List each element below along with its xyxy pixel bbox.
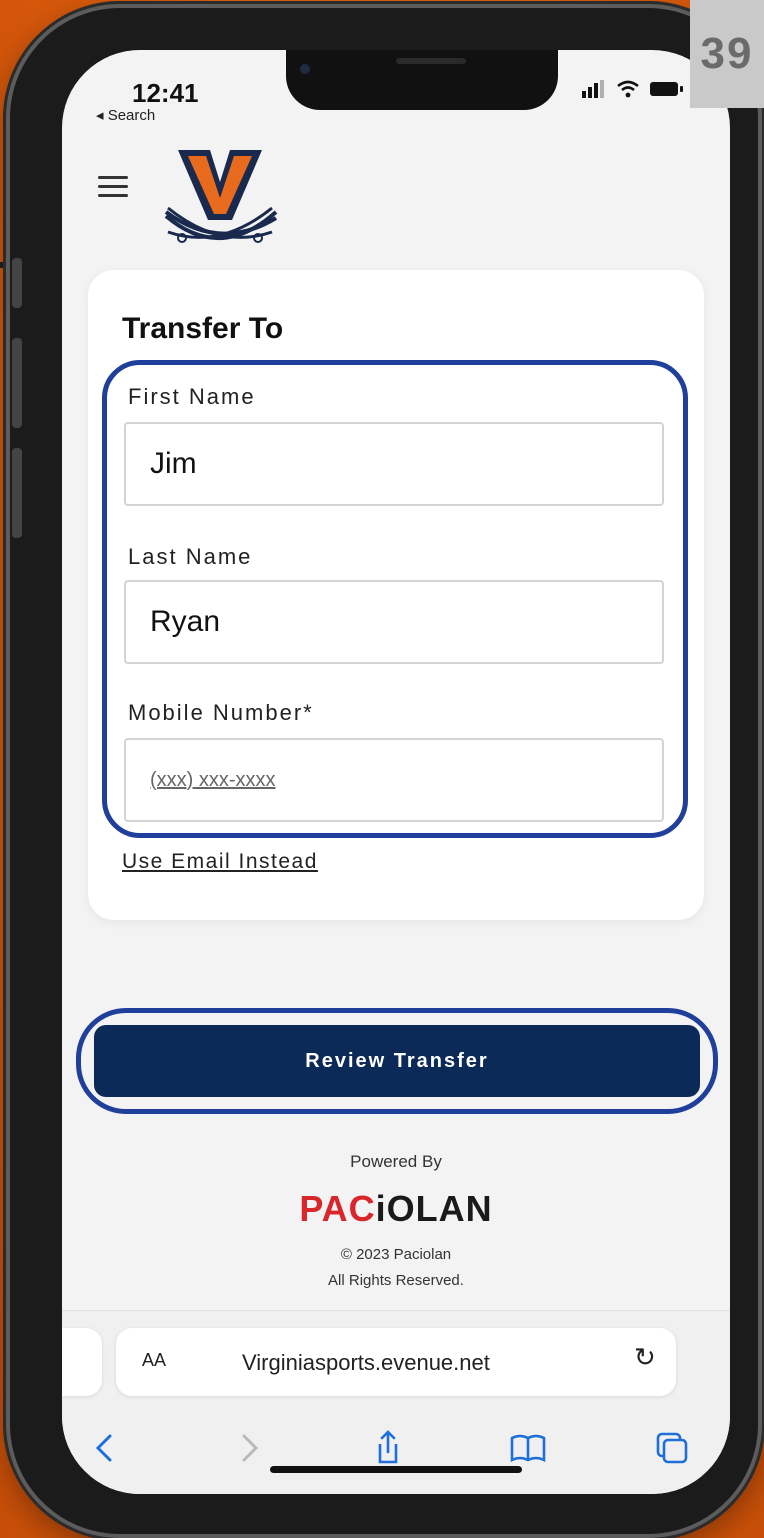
use-email-link[interactable]: Use Email Instead xyxy=(122,850,318,874)
status-time: 12:41 xyxy=(132,78,199,108)
first-name-input[interactable] xyxy=(124,422,664,506)
camera-icon xyxy=(300,64,310,74)
side-button xyxy=(12,448,22,538)
home-indicator[interactable] xyxy=(270,1466,522,1473)
back-to-search-link[interactable]: ◂ Search xyxy=(96,106,155,124)
virginia-cavaliers-logo[interactable] xyxy=(160,142,280,252)
first-name-label: First Name xyxy=(128,384,256,409)
reload-icon[interactable]: ↻ xyxy=(634,1342,656,1373)
speaker-grille xyxy=(396,58,466,64)
previous-tab-preview[interactable] xyxy=(62,1328,102,1396)
battery-icon xyxy=(650,82,683,96)
bookmarks-icon[interactable] xyxy=(508,1428,548,1468)
brand-part-1: PAC xyxy=(299,1188,376,1229)
text-size-button[interactable]: AA xyxy=(142,1350,166,1371)
paciolan-logo: PACiOLAN xyxy=(62,1188,730,1230)
last-name-input[interactable] xyxy=(124,580,664,664)
back-icon[interactable] xyxy=(86,1428,126,1468)
review-transfer-button[interactable]: Review Transfer xyxy=(94,1025,700,1097)
url-text[interactable]: Virginiasports.evenue.net xyxy=(242,1350,490,1376)
last-name-label: Last Name xyxy=(128,544,253,569)
page-number-badge: 39 xyxy=(690,0,764,108)
wifi-icon xyxy=(617,80,639,98)
mobile-number-label: Mobile Number* xyxy=(128,700,314,725)
copyright-text: © 2023 Paciolan xyxy=(340,1246,452,1263)
rights-text: All Rights Reserved. xyxy=(328,1272,464,1289)
hamburger-icon[interactable] xyxy=(98,170,128,203)
brand-part-2: iOLAN xyxy=(375,1188,493,1229)
phone-screen: 12:41 ◂ Search Transfer To First Name Ji… xyxy=(62,50,730,1494)
signal-icon xyxy=(582,80,604,98)
notch xyxy=(286,50,558,110)
mobile-number-input[interactable] xyxy=(124,738,664,822)
side-button xyxy=(12,258,22,308)
phone-frame: 12:41 ◂ Search Transfer To First Name Ji… xyxy=(10,8,758,1534)
share-icon[interactable] xyxy=(368,1428,408,1468)
tabs-icon[interactable] xyxy=(652,1428,692,1468)
form-title: Transfer To xyxy=(122,312,284,345)
forward-icon[interactable] xyxy=(228,1428,268,1468)
status-icons xyxy=(582,80,684,98)
side-button xyxy=(12,338,22,428)
powered-by-text: Powered By xyxy=(350,1152,442,1171)
